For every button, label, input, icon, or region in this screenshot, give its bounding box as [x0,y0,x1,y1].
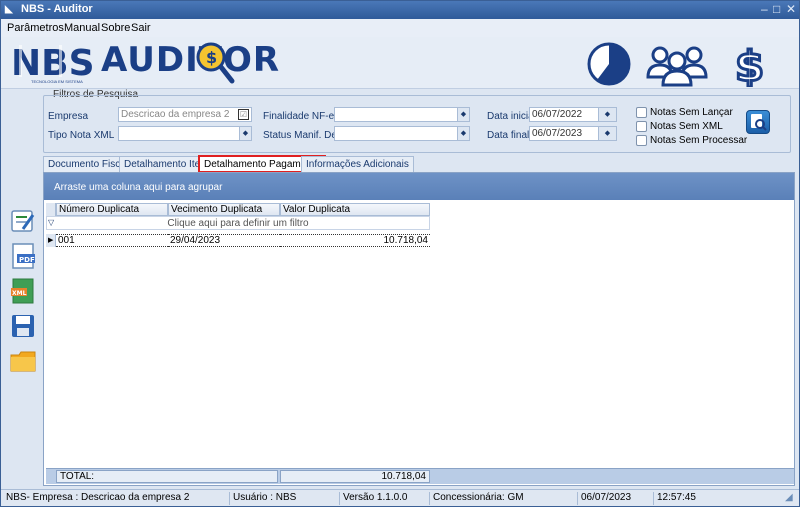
header-banner: NBS TECNOLOGIA EM SISTEMA AUDITOR $ $ [1,37,799,89]
logo-subtitle: TECNOLOGIA EM SISTEMA [31,79,83,84]
minimize-icon[interactable]: – [761,2,768,16]
app-window: ◣ NBS - Auditor – □ ✕ Parâmetros Manual … [0,0,800,507]
title-bar: ◣ NBS - Auditor – □ ✕ [1,1,799,19]
status-separator [229,492,230,505]
side-xml-button[interactable]: XML [9,277,37,305]
status-usuario: Usuário : NBS [233,492,297,503]
menu-parametros[interactable]: Parâmetros [7,22,64,34]
empresa-picker-icon[interactable]: ☑ [238,109,249,120]
side-save-button[interactable] [9,312,37,340]
finalidade-spin-icon[interactable]: ◆ [457,108,469,121]
nbs-logo: NBS [9,43,99,81]
data-final-field[interactable]: 06/07/2023 ◆ [529,126,617,141]
folder-icon [10,351,36,372]
grid-footer: TOTAL: 10.718,04 [46,468,794,484]
side-folder-button[interactable] [9,347,37,375]
search-button[interactable] [746,110,770,134]
filter-icon[interactable]: ▽ [48,218,54,227]
data-inicial-spin-icon[interactable]: ◆ [598,108,616,121]
app-icon: ◣ [5,4,13,15]
data-inicial-field[interactable]: 06/07/2022 ◆ [529,107,617,122]
notas-sem-processar-checkbox[interactable] [636,135,647,146]
payment-grid: Arraste uma coluna aqui para agrupar Núm… [43,172,795,486]
svg-text:XML: XML [12,290,27,297]
status-separator [577,492,578,505]
cell-numero[interactable]: 001 [56,234,168,247]
status-spin-icon[interactable]: ◆ [457,127,469,140]
tipo-nota-label: Tipo Nota XML [48,130,115,141]
row-indicator[interactable]: ▶ [46,234,56,247]
pie-chart-icon[interactable] [585,41,633,87]
menu-manual[interactable]: Manual [64,22,100,34]
group-by-bar[interactable]: Arraste uma coluna aqui para agrupar [44,173,794,200]
notas-sem-lancar-checkbox[interactable] [636,107,647,118]
status-bar: NBS- Empresa : Descricao da empresa 2 Us… [1,489,799,506]
tipo-nota-select[interactable]: ◆ [118,126,252,141]
status-separator [653,492,654,505]
logo-auditor-text: AUDITOR [101,40,281,80]
status-concessionaria: Concessionária: GM [433,492,524,503]
status-hora: 12:57:45 [657,492,696,503]
current-row-arrow-icon: ▶ [48,237,54,244]
tab-informacoes-adicionais[interactable]: Informações Adicionais [301,156,414,172]
notas-sem-processar-label: Notas Sem Processar [650,135,748,146]
notas-sem-xml-checkbox[interactable] [636,121,647,132]
side-pdf-button[interactable]: PDF [9,242,37,270]
status-manif-select[interactable]: ◆ [334,126,470,141]
svg-text:$: $ [735,42,764,87]
xml-icon: XML [11,278,34,304]
pdf-icon: PDF [12,243,35,269]
status-empresa: NBS- Empresa : Descricao da empresa 2 [6,492,190,503]
col-numero-duplicata[interactable]: Número Duplicata [56,203,168,216]
total-label: TOTAL: [56,470,278,483]
users-group-icon[interactable] [646,41,708,87]
finalidade-label: Finalidade NF-e [263,111,335,122]
status-separator [429,492,430,505]
menu-bar: Parâmetros Manual Sobre Sair [1,19,799,37]
empresa-field[interactable]: Descricao da empresa 2 ☑ [118,107,252,122]
data-final-label: Data final [487,130,530,141]
svg-text:$: $ [206,48,217,67]
maximize-icon[interactable]: □ [773,2,780,16]
edit-document-icon [11,210,35,232]
menu-sair[interactable]: Sair [131,22,151,34]
svg-text:PDF: PDF [19,256,35,264]
magnifier-dollar-icon: $ [196,42,235,84]
window-title: NBS - Auditor [21,3,93,15]
dollar-icon[interactable]: $ [729,41,775,87]
cell-valor[interactable]: 10.718,04 [280,234,430,247]
side-edit-button[interactable] [9,207,37,235]
resize-grip-icon[interactable]: ◢ [785,492,793,503]
close-icon[interactable]: ✕ [786,2,796,16]
svg-text:NBS: NBS [11,43,95,81]
cell-vencimento[interactable]: 29/04/2023 [168,234,280,247]
filter-row[interactable]: Clique aqui para definir um filtro [46,216,430,230]
total-value: 10.718,04 [280,470,430,483]
save-floppy-icon [12,315,34,337]
col-valor-duplicata[interactable]: Valor Duplicata [280,203,430,216]
row-indicator-header [46,203,56,216]
col-vencimento-duplicata[interactable]: Vecimento Duplicata [168,203,280,216]
notas-sem-xml-label: Notas Sem XML [650,121,723,132]
search-doc-icon [751,114,767,131]
tipo-nota-spin-icon[interactable]: ◆ [239,127,251,140]
data-final-spin-icon[interactable]: ◆ [598,127,616,140]
status-separator [339,492,340,505]
menu-sobre[interactable]: Sobre [101,22,130,34]
empresa-label: Empresa [48,111,89,122]
notas-sem-lancar-label: Notas Sem Lançar [650,107,733,118]
status-data: 06/07/2023 [581,492,632,503]
status-versao: Versão 1.1.0.0 [343,492,408,503]
finalidade-select[interactable]: ◆ [334,107,470,122]
